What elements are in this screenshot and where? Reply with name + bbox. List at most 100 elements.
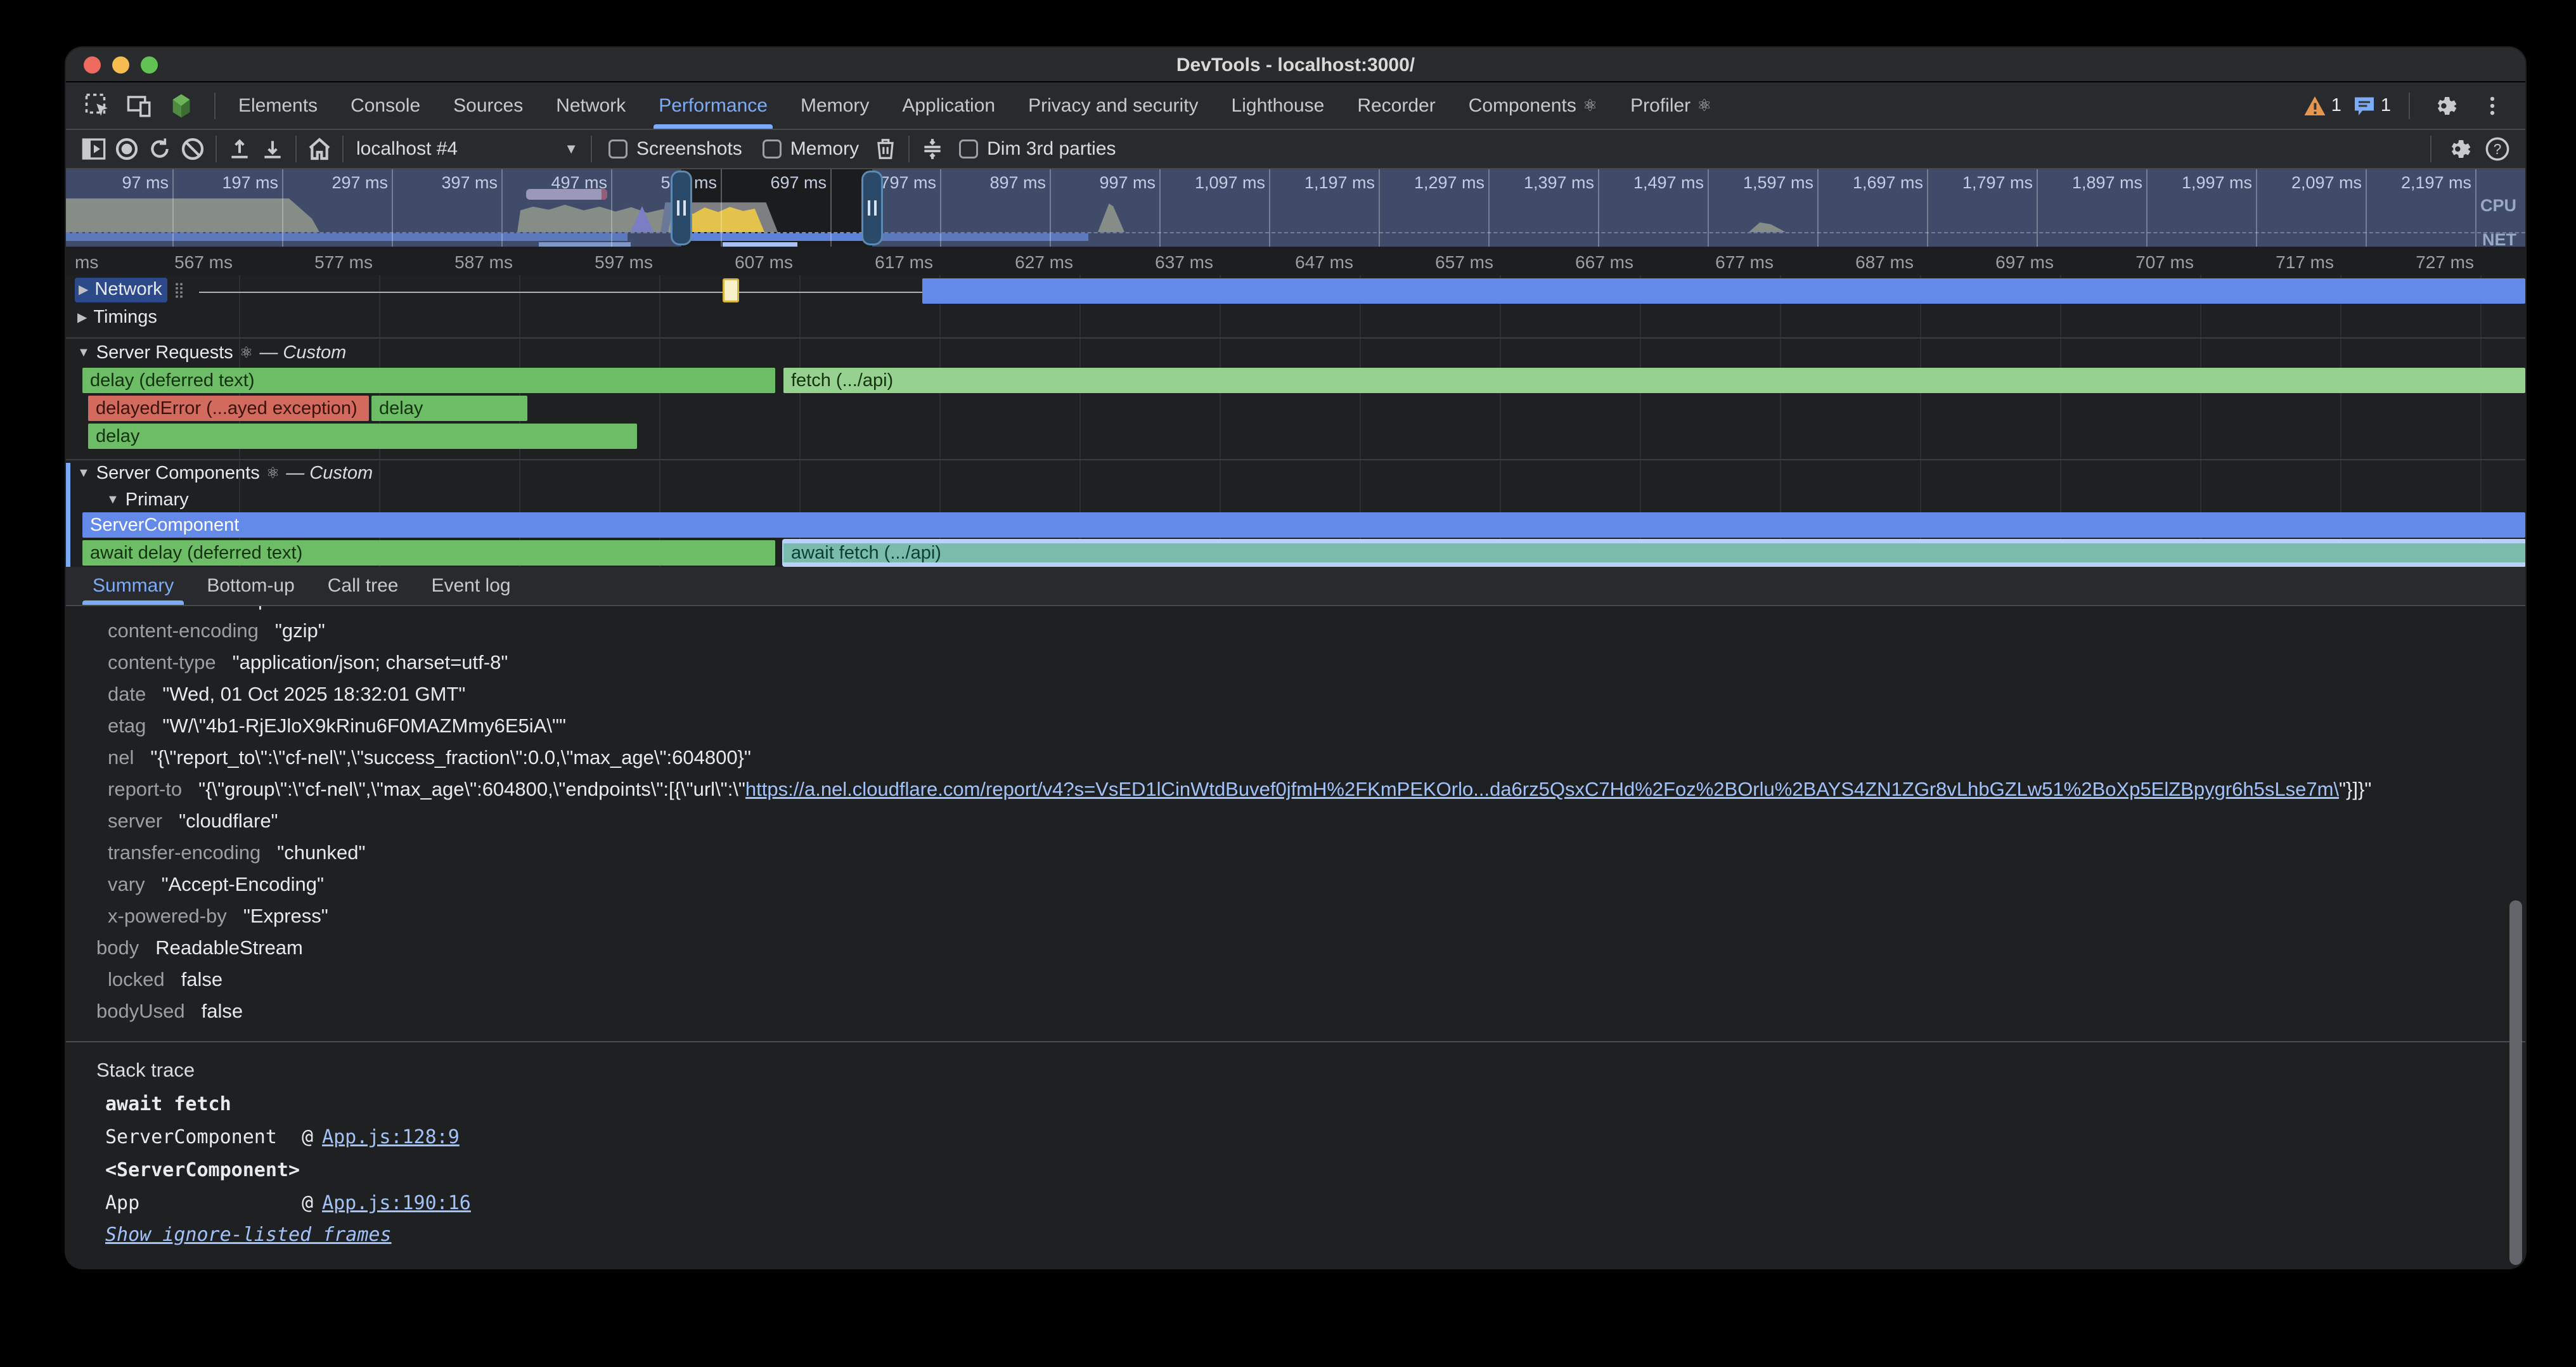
- track-server-requests[interactable]: ▼ Server Requests ⚛ — Custom: [77, 342, 346, 363]
- expand-triangle-icon: ▼: [77, 466, 90, 481]
- capture-settings-gear-icon[interactable]: [2443, 133, 2476, 165]
- help-icon[interactable]: ?: [2481, 133, 2514, 165]
- overview-gridline: [2475, 169, 2476, 247]
- clear-icon[interactable]: [176, 133, 209, 165]
- dim-3rd-parties-checkbox[interactable]: Dim 3rd parties: [959, 138, 1116, 160]
- bottom-tab-event-log[interactable]: Event log: [415, 567, 527, 605]
- warnings-badge[interactable]: 1: [2303, 94, 2341, 117]
- ruler-tick-label: 597 ms: [494, 252, 653, 273]
- summary-row: server"cloudflare": [66, 805, 2525, 837]
- tab-label: Performance: [659, 95, 768, 117]
- event-bar-label: delay: [379, 398, 423, 418]
- summary-row: etag"W/\"4b1-RjEJloX9kRinu6F0MAZMmy6E5iA…: [66, 710, 2525, 742]
- settings-gear-icon[interactable]: [2428, 88, 2463, 124]
- event-bar-label: ServerComponent: [90, 515, 239, 535]
- react-atom-icon: ⚛: [240, 344, 254, 362]
- flamechart-tracks[interactable]: ▶ Network ⣿ ▶ Timings ▼ Server Requests …: [66, 275, 2525, 567]
- collapse-sanity-icon[interactable]: [916, 133, 949, 165]
- inspect-element-icon[interactable]: [80, 88, 115, 124]
- reload-record-icon[interactable]: [143, 133, 176, 165]
- summary-row: transfer-encoding"chunked": [66, 837, 2525, 869]
- event-bar[interactable]: ServerComponent: [82, 512, 2525, 538]
- track-network[interactable]: ▶ Network ⣿: [75, 278, 183, 302]
- property-key: date: [108, 683, 146, 705]
- minimize-window-button[interactable]: [112, 56, 129, 74]
- tab-elements[interactable]: Elements: [222, 82, 334, 129]
- tab-performance[interactable]: Performance: [642, 82, 784, 129]
- tab-label: Components: [1469, 95, 1576, 117]
- memory-checkbox[interactable]: Memory: [763, 138, 859, 160]
- event-bar-label: await delay (deferred text): [90, 543, 302, 563]
- vertical-scrollbar[interactable]: [2509, 900, 2522, 1265]
- event-bar[interactable]: fetch (.../api): [783, 368, 2525, 393]
- property-key: vary: [108, 873, 145, 895]
- event-bar[interactable]: await delay (deferred text): [82, 540, 775, 566]
- tab-sources[interactable]: Sources: [437, 82, 539, 129]
- load-profile-icon[interactable]: [223, 133, 256, 165]
- toggle-sidebar-icon[interactable]: [77, 133, 110, 165]
- event-bar[interactable]: delay (deferred text): [82, 368, 775, 393]
- property-key: content-type: [108, 651, 216, 673]
- network-request-bar[interactable]: [922, 278, 2525, 304]
- summary-row: connection"keep-alive": [66, 606, 2525, 615]
- event-bar[interactable]: delayedError (...ayed exception): [88, 396, 369, 421]
- bottom-tab-summary[interactable]: Summary: [76, 567, 190, 605]
- selection-handle-left[interactable]: [671, 171, 692, 245]
- event-bar[interactable]: delay: [88, 424, 637, 449]
- device-toolbar-icon[interactable]: [122, 88, 157, 124]
- property-value: ReadableStream: [155, 936, 303, 959]
- property-value: "application/json; charset=utf-8": [233, 651, 508, 673]
- network-band: [723, 242, 797, 247]
- record-icon[interactable]: [110, 133, 143, 165]
- tab-lighthouse[interactable]: Lighthouse: [1215, 82, 1341, 129]
- tab-components[interactable]: Components ⚛: [1452, 82, 1614, 129]
- track-primary[interactable]: ▼ Primary: [106, 489, 189, 510]
- drag-grip-icon[interactable]: ⣿: [174, 281, 184, 299]
- tab-privacy-and-security[interactable]: Privacy and security: [1012, 82, 1214, 129]
- event-bar-label: delayedError (...ayed exception): [96, 398, 357, 418]
- close-window-button[interactable]: [84, 56, 101, 74]
- tab-profiler[interactable]: Profiler⚛: [1614, 82, 1728, 129]
- home-icon[interactable]: [303, 133, 336, 165]
- panel-tabs: ElementsConsoleSourcesNetwork Performance…: [222, 82, 1728, 129]
- screenshots-checkbox[interactable]: Screenshots: [609, 138, 742, 160]
- event-bar-label: delay: [96, 426, 139, 446]
- property-key: bodyUsed: [96, 1000, 185, 1022]
- event-bar[interactable]: await fetch (.../api): [783, 540, 2525, 566]
- track-server-components[interactable]: ▼ Server Components ⚛ — Custom: [77, 463, 373, 484]
- stack-frame-header: <ServerComponent>: [105, 1154, 2525, 1187]
- react-atom-icon: ⚛: [1583, 96, 1597, 115]
- property-value: false: [202, 1000, 243, 1022]
- tab-console[interactable]: Console: [334, 82, 437, 129]
- frame-source-link[interactable]: App.js:128:9: [322, 1121, 460, 1154]
- track-timings[interactable]: ▶ Timings: [77, 307, 157, 328]
- bottom-tab-bottom-up[interactable]: Bottom-up: [190, 567, 311, 605]
- show-ignore-listed-frames-link[interactable]: Show ignore-listed frames: [105, 1224, 392, 1246]
- tab-application[interactable]: Application: [886, 82, 1012, 129]
- network-request-marker[interactable]: [723, 278, 739, 302]
- bottom-tab-call-tree[interactable]: Call tree: [311, 567, 415, 605]
- ruler-tick-label: 567 ms: [74, 252, 233, 273]
- messages-badge[interactable]: 1: [2353, 94, 2391, 117]
- tab-label: Lighthouse: [1232, 95, 1325, 117]
- save-profile-icon[interactable]: [256, 133, 289, 165]
- devtools-window: DevTools - localhost:3000/ ElementsConso…: [66, 48, 2525, 1268]
- property-key: body: [96, 936, 139, 959]
- frame-source-link[interactable]: App.js:190:16: [322, 1187, 471, 1220]
- tab-memory[interactable]: Memory: [784, 82, 886, 129]
- kebab-menu-icon[interactable]: [2475, 88, 2510, 124]
- event-bar[interactable]: delay: [371, 396, 527, 421]
- history-select[interactable]: localhost #4 ▼: [350, 138, 584, 160]
- summary-row: body ReadableStream: [66, 932, 2525, 964]
- extension-gem-icon[interactable]: [164, 88, 199, 124]
- selection-handle-right[interactable]: [861, 171, 883, 245]
- tab-network[interactable]: Network: [539, 82, 642, 129]
- summary-row: date"Wed, 01 Oct 2025 18:32:01 GMT": [66, 678, 2525, 710]
- timeline-overview[interactable]: CPU NET 97 ms197 ms297 ms397 ms497 ms597…: [66, 169, 2525, 247]
- report-url-link[interactable]: https://a.nel.cloudflare.com/report/v4?s…: [745, 778, 2339, 800]
- net-lane-label: NET: [2482, 230, 2516, 247]
- garbage-collect-icon[interactable]: [869, 133, 902, 165]
- property-value: "{\"group\":\"cf-nel\",\"max_age\":60480…: [198, 778, 745, 800]
- zoom-window-button[interactable]: [141, 56, 158, 74]
- tab-recorder[interactable]: Recorder: [1341, 82, 1452, 129]
